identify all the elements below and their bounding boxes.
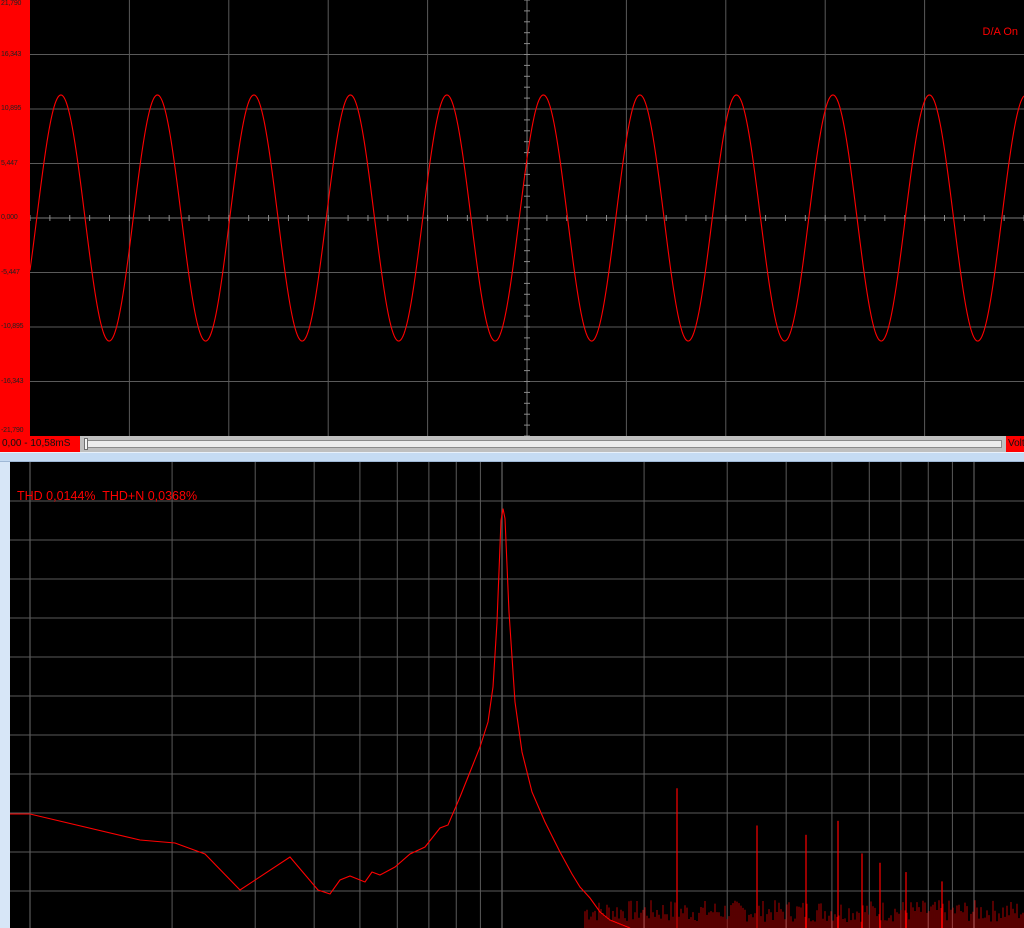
thd-readout: THD 0,0144% THD+N 0,0368% [17,489,198,503]
y-tick-label: -5,447 [1,268,20,276]
y-tick-label: -21,790 [1,427,24,434]
spectrum-panel[interactable] [0,462,1024,928]
units-button[interactable]: Volt [1006,436,1024,452]
oscilloscope-plot[interactable] [30,0,1024,436]
y-tick-label: -16,343 [1,377,24,385]
noise-floor [584,900,1024,928]
time-scrollbar[interactable] [84,440,1002,448]
time-scroll-row: 0,00 - 10,58mS Volt [0,436,1024,452]
time-range-label: 0,00 - 10,58mS [0,436,80,452]
y-tick-label: 16,343 [1,50,22,58]
y-tick-label: 0,000 [1,214,18,221]
voltage-axis: 21,790 16,343 10,895 5,447 0,000 -5,447 -10,89… [0,0,30,436]
y-tick-label: 10,895 [1,105,22,112]
spectrum-left-edge [0,462,10,928]
y-tick-label: 5,447 [1,159,18,167]
spectrum-chart [0,462,1024,928]
scope-chart [30,0,1024,436]
y-tick-label: 21,790 [1,0,22,7]
da-status-label: D/A On [982,26,1018,38]
spectrum-trace [10,508,631,928]
time-scrollbar-thumb[interactable] [84,438,88,450]
y-tick-label: -10,895 [1,323,24,330]
panel-splitter[interactable] [0,452,1024,462]
